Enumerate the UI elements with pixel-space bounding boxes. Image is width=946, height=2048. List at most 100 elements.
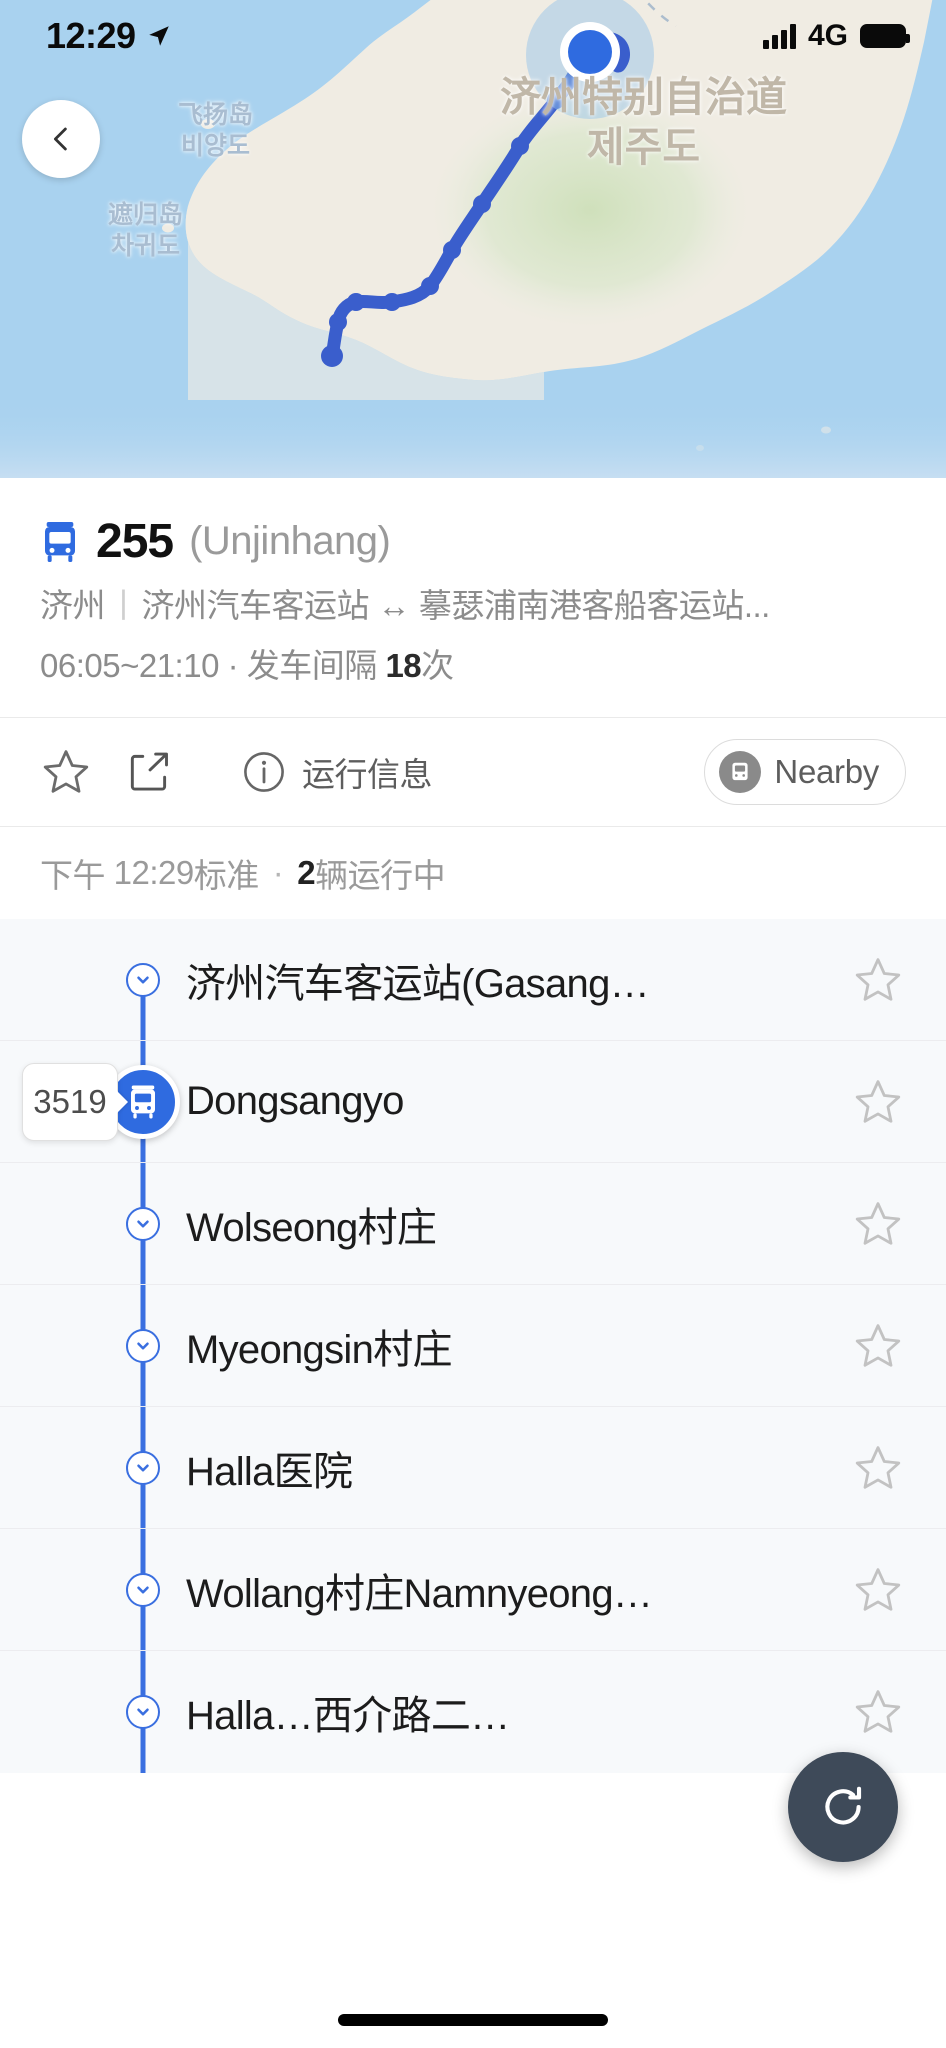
stop-name: Halla…西介路二… [186,1694,510,1738]
star-outline-icon [855,957,901,1001]
map-label-chagwido-cn: 遮归岛 [108,201,184,229]
route-separator: 丨 [107,587,140,624]
map-label-biyangdo-cn: 飞扬岛 [178,101,254,129]
route-title-row: 255 (Unjinhang) [40,514,906,569]
status-bar-right: 4G [762,19,910,53]
location-arrow-icon [148,26,169,46]
stop-node-chevron[interactable] [126,1328,160,1363]
live-status-count-label: 辆运行中 [315,857,446,894]
star-outline-icon [855,1567,901,1611]
stop-node-chevron[interactable] [126,962,160,997]
star-outline-icon [855,1323,901,1367]
stop-name: Dongsangyo [186,1079,404,1123]
table-row[interactable]: 3519 Dongsangyo [0,1041,946,1163]
stop-node-chevron[interactable] [126,1572,160,1607]
table-row[interactable]: Myeongsin村庄 [0,1285,946,1407]
route-endpoints: 济州丨济州汽车客运站 ↔ 摹瑟浦南港客船客运站... [40,579,906,627]
action-toolbar: 运行信息 Nearby [0,718,946,826]
bus-stop-glyph [732,762,748,781]
star-outline-icon [855,1079,901,1123]
route-endpoints-text: 济州汽车客运站 ↔ 摹瑟浦南港客船客运站... [141,587,771,624]
nearby-button[interactable]: Nearby [704,739,906,805]
share-button[interactable] [124,747,216,797]
route-hours: 06:05~21:10 [40,647,219,684]
chevron-down-icon [137,1708,149,1716]
route-info-card: 255 (Unjinhang) 济州丨济州汽车客运站 ↔ 摹瑟浦南港客船客运站.… [0,478,946,919]
route-schedule-dot: · [227,647,239,684]
live-status-time: 12:29 [113,854,195,891]
bus-icon [131,1085,155,1118]
stop-favorite-button[interactable] [850,1076,906,1128]
vehicle-number-badge[interactable]: 3519 [22,1062,118,1141]
map-label-biyangdo: 飞扬岛 비양도 [178,100,253,161]
star-outline-icon [855,1201,901,1245]
bus-stop-icon [719,751,762,793]
battery-full-icon [860,24,910,48]
network-type: 4G [807,19,848,52]
stop-name: Wolseong村庄 [186,1205,437,1250]
route-alias: (Unjinhang) [189,519,391,563]
chevron-down-icon [137,1585,149,1594]
chevron-down-icon [137,1341,149,1350]
chevron-down-icon [137,1463,149,1472]
stop-list[interactable]: 济州汽车客运站(Gasang… 3519 Dongsangyo Wolseong… [0,919,946,1773]
back-button[interactable] [22,100,100,178]
table-row[interactable]: 济州汽车客运站(Gasang… [0,919,946,1041]
star-outline-icon [855,1445,901,1489]
stop-favorite-button[interactable] [850,1198,906,1250]
table-row[interactable]: Wollang村庄Namnyeong… [0,1529,946,1651]
table-row[interactable]: Halla…西介路二… [0,1651,946,1773]
share-icon [130,752,168,791]
map-label-jeju-kr: 제주도 [586,124,701,171]
star-outline-icon [43,750,89,793]
refresh-button[interactable] [788,1752,898,1862]
status-bar: 12:29 4G [0,0,946,72]
stop-name: Halla医院 [186,1449,353,1494]
refresh-icon [825,1786,862,1825]
route-interval-value: 18 [385,647,422,684]
stop-favorite-button[interactable] [850,954,906,1006]
route-interval-unit: 次 [421,647,454,684]
stop-name: Wollang村庄Namnyeong… [186,1571,653,1616]
route-number: 255 [96,515,174,568]
favorite-button[interactable] [40,746,112,798]
chevron-left-icon [54,127,67,151]
live-status-standard: 标准 [193,857,260,894]
status-time: 12:29 [46,15,136,56]
live-status-dot: · [272,854,284,891]
star-outline-icon [855,1690,901,1733]
operation-info-label: 运行信息 [302,756,433,793]
operation-info-button[interactable]: 运行信息 [240,748,433,796]
map-label-chagwido: 遮归岛 차귀도 [108,200,183,261]
stop-name: 济州汽车客运站(Gasang… [186,961,650,1006]
stop-favorite-button[interactable] [850,1686,906,1738]
table-row[interactable]: Wolseong村庄 [0,1163,946,1285]
stop-node-chevron[interactable] [126,1695,160,1729]
stop-favorite-button[interactable] [850,1442,906,1494]
info-circle-icon [244,752,284,792]
route-schedule: 06:05~21:10 · 发车间隔 18次 [40,639,906,687]
map-label-jeju-cn: 济州特别自治道 [500,74,787,120]
stop-favorite-button[interactable] [850,1320,906,1372]
home-indicator [338,2014,608,2026]
stop-favorite-button[interactable] [850,1564,906,1616]
stop-node-chevron[interactable] [126,1450,160,1485]
stop-name: Myeongsin村庄 [186,1327,452,1372]
map-label-chagwido-kr: 차귀도 [111,231,181,260]
route-header[interactable]: 255 (Unjinhang) 济州丨济州汽车客运站 ↔ 摹瑟浦南港客船客运站.… [0,478,946,717]
route-interval-label: 发车间隔 [246,647,378,684]
map-label-biyangdo-kr: 비양도 [181,131,251,160]
chevron-down-icon [137,1219,149,1228]
signal-bars-icon [762,23,796,49]
status-bar-left: 12:29 [46,15,172,57]
chevron-down-icon [137,975,149,984]
nearby-label: Nearby [774,753,879,790]
route-region: 济州 [40,587,106,624]
table-row[interactable]: Halla医院 [0,1407,946,1529]
live-status-time-prefix: 下午 [40,857,106,894]
bus-icon [45,521,75,562]
map-label-jeju: 济州特别自治道 제주도 [500,72,787,172]
live-status-bar: 下午 12:29 标准 · 2 辆运行中 [0,827,946,919]
stop-node-chevron[interactable] [126,1206,160,1241]
app-root: 济州特别自治道 제주도 飞扬岛 비양도 遮归岛 차귀도 12:29 4G 255… [0,0,946,2048]
